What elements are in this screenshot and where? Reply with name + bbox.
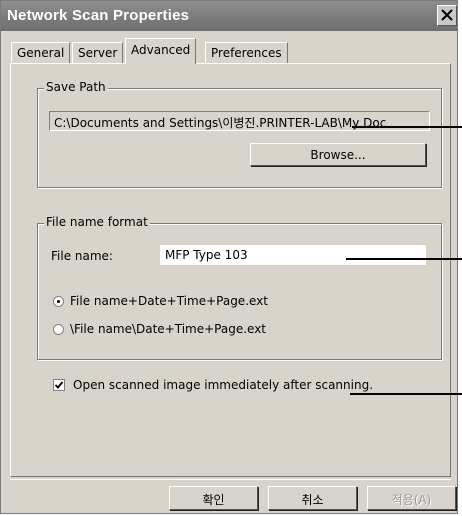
tab-advanced[interactable]: Advanced [125, 38, 197, 64]
close-icon [441, 9, 453, 21]
checkbox-checked-icon [53, 379, 65, 391]
callout-line-save-path [352, 126, 462, 128]
open-after-scan-checkbox[interactable]: Open scanned image immediately after sca… [53, 378, 373, 392]
tab-server-label: Server [78, 46, 118, 60]
radio-option-folder-date-time-page[interactable]: \File name\Date+Time+Page.ext [53, 322, 266, 336]
tab-preferences-label: Preferences [211, 46, 282, 60]
cancel-button[interactable]: 취소 [268, 486, 357, 510]
radio-option-date-time-page[interactable]: File name+Date+Time+Page.ext [53, 294, 268, 308]
title-bar[interactable]: Network Scan Properties [1, 1, 457, 31]
tab-general[interactable]: General [11, 42, 71, 63]
radio-unselected-icon [53, 324, 64, 335]
window-title: Network Scan Properties [7, 7, 190, 24]
tab-advanced-label: Advanced [131, 43, 191, 57]
browse-button[interactable]: Browse... [250, 143, 426, 166]
save-path-group: Save Path [37, 80, 442, 188]
callout-line-open-after-scan [350, 393, 462, 395]
radio-option-2-label: \File name\Date+Time+Page.ext [70, 322, 267, 336]
tab-server[interactable]: Server [72, 42, 124, 63]
file-name-input[interactable]: MFP Type 103 [160, 245, 426, 265]
save-path-group-label: Save Path [44, 80, 108, 94]
tab-general-label: General [17, 46, 65, 60]
close-button[interactable] [437, 5, 457, 26]
file-name-format-group-label: File name format [44, 215, 150, 229]
ok-button[interactable]: 확인 [169, 486, 258, 510]
radio-option-1-label: File name+Date+Time+Page.ext [70, 294, 268, 308]
tab-strip: General Server Advanced Preferences [11, 38, 451, 64]
open-after-scan-label: Open scanned image immediately after sca… [73, 378, 374, 392]
checkmark-icon [54, 381, 64, 389]
file-name-label: File name: [51, 249, 113, 263]
callout-line-file-name [346, 258, 462, 260]
separator-line [10, 479, 451, 480]
file-name-format-group: File name format [37, 215, 442, 360]
save-path-field[interactable]: C:\Documents and Settings\이병진.PRINTER-LA… [49, 111, 430, 131]
tab-preferences[interactable]: Preferences [205, 42, 288, 63]
apply-button[interactable]: 적용(A) [367, 486, 456, 510]
radio-selected-icon [53, 296, 64, 307]
dialog-window: Network Scan Properties General Server A… [0, 0, 458, 514]
